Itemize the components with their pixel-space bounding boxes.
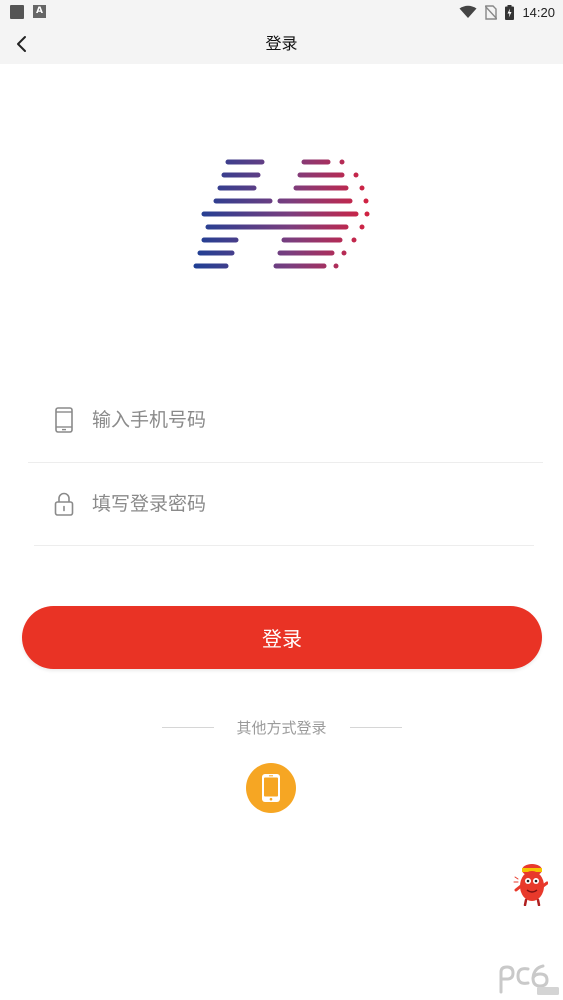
status-time: 14:20	[522, 4, 555, 20]
mascot-icon[interactable]	[512, 862, 548, 906]
lock-icon	[54, 492, 74, 516]
page-title: 登录	[265, 34, 298, 53]
phone-icon	[55, 407, 73, 433]
app-logo	[193, 159, 370, 269]
password-input[interactable]	[90, 483, 514, 525]
nav-bar: 登录	[0, 24, 563, 64]
phone-input[interactable]	[90, 399, 514, 441]
chevron-left-icon	[17, 36, 26, 52]
phone-login-button[interactable]	[246, 763, 296, 813]
other-login-label: 其他方式登录	[236, 719, 327, 737]
status-bar: A 14:20	[0, 0, 563, 24]
smartphone-icon	[262, 774, 280, 802]
back-button[interactable]	[8, 30, 36, 58]
login-button[interactable]: 登录	[22, 606, 542, 669]
password-field[interactable]	[28, 463, 543, 545]
watermark-logo	[499, 964, 559, 995]
battery-charging-icon	[505, 4, 515, 20]
no-sim-icon	[485, 4, 498, 20]
password-divider	[34, 545, 534, 546]
status-icons: 14:20	[459, 3, 555, 21]
other-login-right-line	[350, 727, 402, 728]
phone-field[interactable]	[28, 379, 543, 461]
square-icon	[10, 5, 24, 19]
wifi-icon	[459, 5, 477, 18]
a-badge-icon: A	[33, 5, 46, 18]
other-login-section: 其他方式登录	[0, 716, 563, 740]
